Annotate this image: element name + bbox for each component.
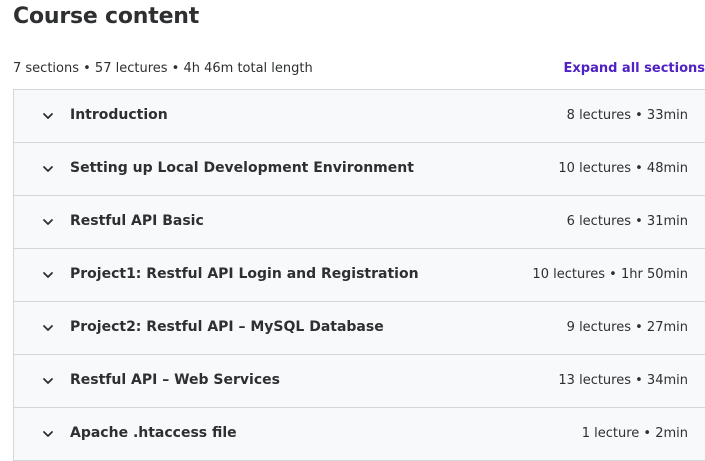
section-list: Introduction 8 lectures • 33min Setting …	[13, 89, 705, 461]
course-summary: 7 sections • 57 lectures • 4h 46m total …	[13, 61, 313, 76]
chevron-down-icon	[42, 216, 54, 228]
section-meta: 1 lecture • 2min	[581, 426, 688, 441]
section-meta: 8 lectures • 33min	[566, 108, 688, 123]
section-meta: 9 lectures • 27min	[566, 320, 688, 335]
section-meta: 10 lectures • 48min	[558, 161, 688, 176]
section-row-project1[interactable]: Project1: Restful API Login and Registra…	[14, 249, 705, 302]
section-meta: 13 lectures • 34min	[558, 373, 688, 388]
section-title: Project1: Restful API Login and Registra…	[70, 266, 419, 282]
section-title: Setting up Local Development Environment	[70, 160, 414, 176]
expand-all-sections-button[interactable]: Expand all sections	[564, 61, 705, 76]
section-row-restful-api-basic[interactable]: Restful API Basic 6 lectures • 31min	[14, 196, 705, 249]
chevron-down-icon	[42, 110, 54, 122]
section-title: Apache .htaccess file	[70, 425, 237, 441]
chevron-down-icon	[42, 163, 54, 175]
section-title: Restful API – Web Services	[70, 372, 280, 388]
section-row-htaccess[interactable]: Apache .htaccess file 1 lecture • 2min	[14, 408, 705, 461]
section-title: Project2: Restful API – MySQL Database	[70, 319, 384, 335]
chevron-down-icon	[42, 322, 54, 334]
section-row-project2[interactable]: Project2: Restful API – MySQL Database 9…	[14, 302, 705, 355]
section-meta: 10 lectures • 1hr 50min	[532, 267, 688, 282]
chevron-down-icon	[42, 269, 54, 281]
chevron-down-icon	[42, 428, 54, 440]
section-meta: 6 lectures • 31min	[566, 214, 688, 229]
section-row-introduction[interactable]: Introduction 8 lectures • 33min	[14, 90, 705, 143]
section-row-local-dev-environment[interactable]: Setting up Local Development Environment…	[14, 143, 705, 196]
chevron-down-icon	[42, 375, 54, 387]
section-title: Restful API Basic	[70, 213, 204, 229]
section-title: Introduction	[70, 107, 168, 123]
section-row-web-services[interactable]: Restful API – Web Services 13 lectures •…	[14, 355, 705, 408]
page-title: Course content	[13, 4, 200, 29]
course-summary-bar: 7 sections • 57 lectures • 4h 46m total …	[13, 61, 705, 79]
